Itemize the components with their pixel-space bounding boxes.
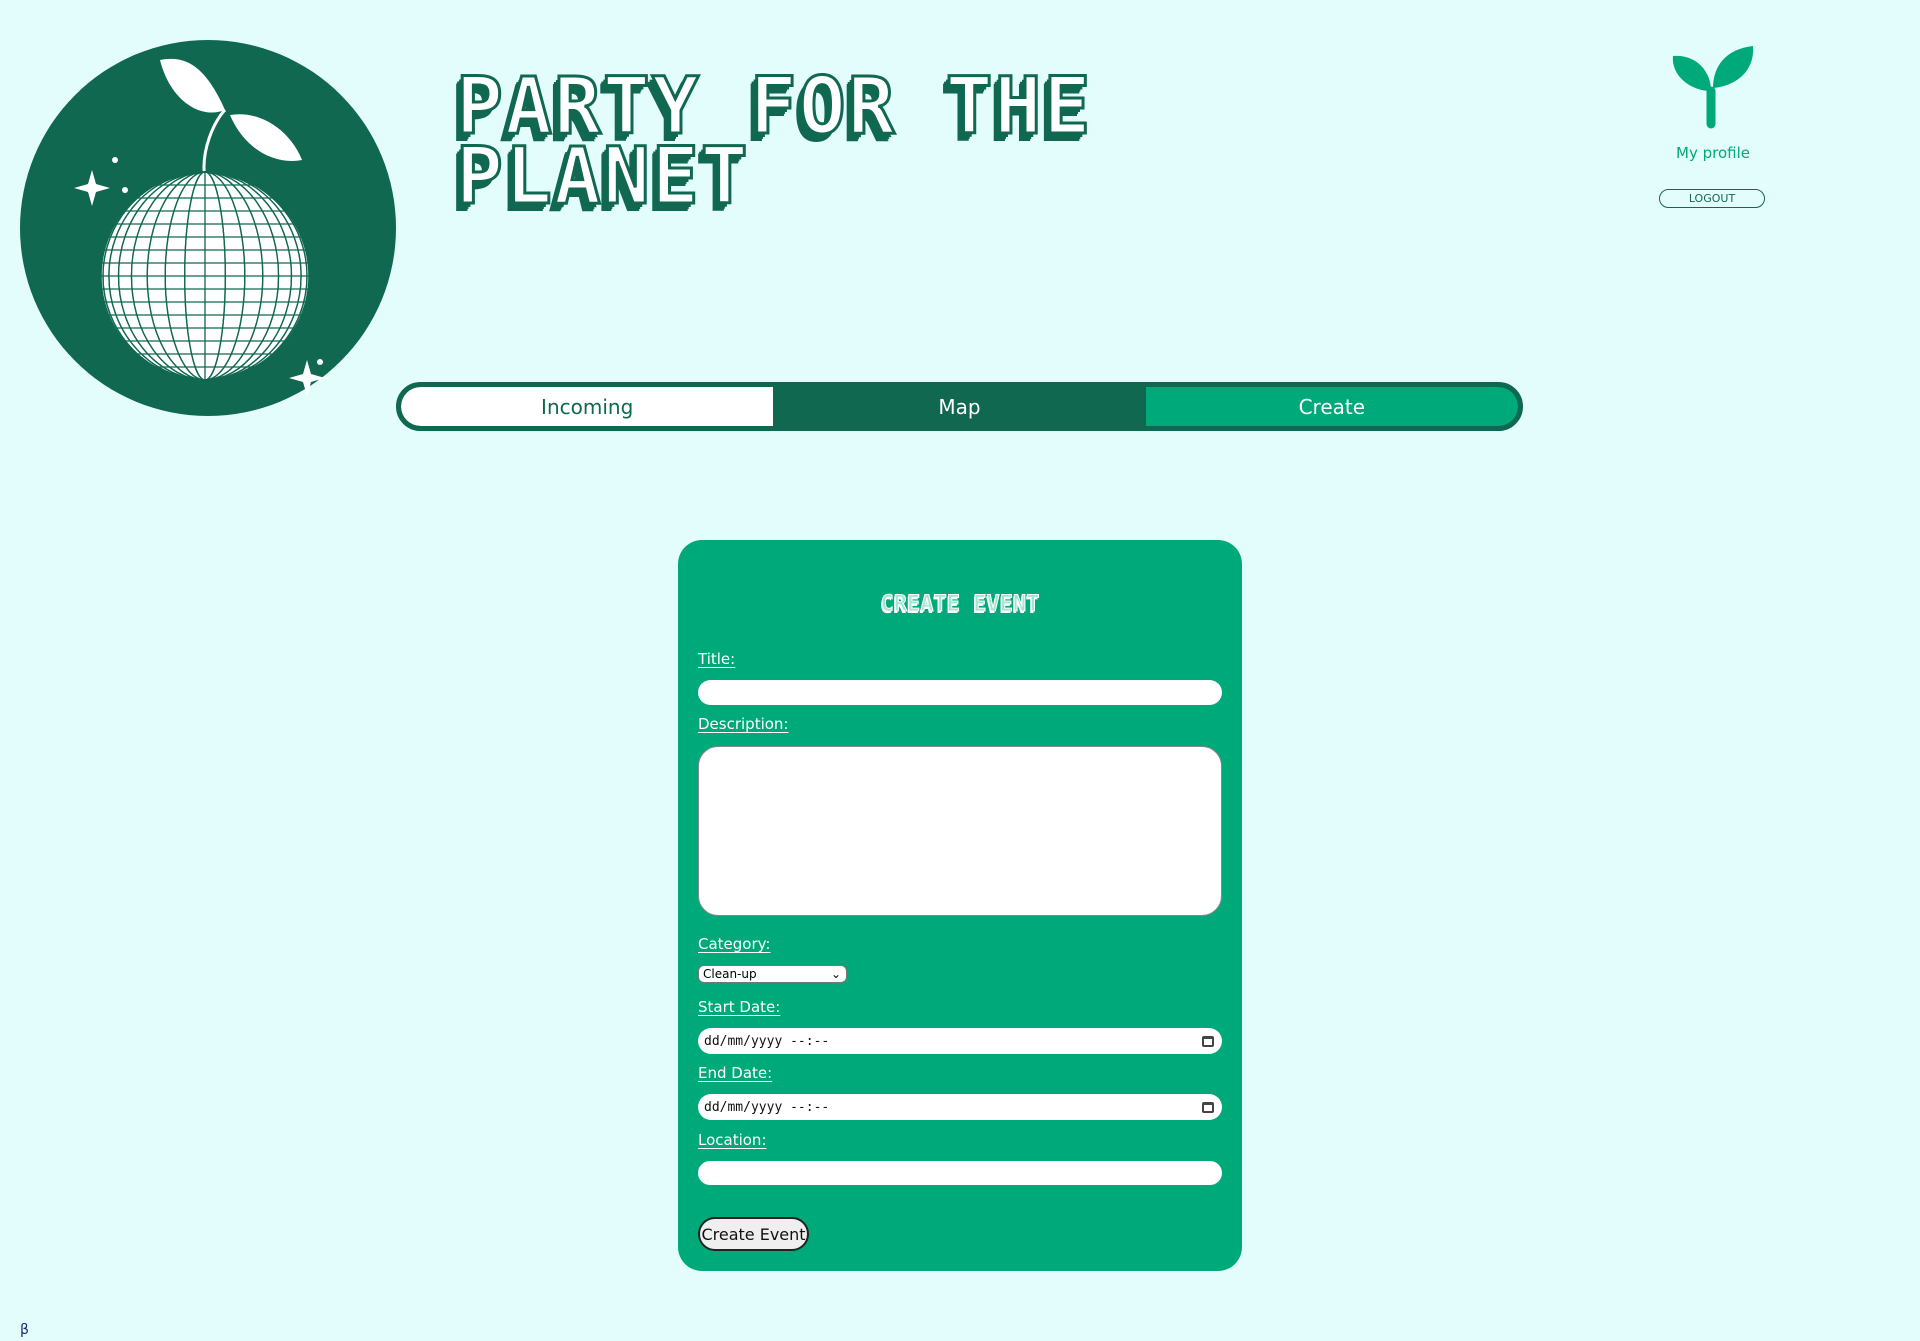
my-profile-label: My profile: [1676, 144, 1750, 162]
beta-symbol: β: [20, 1322, 29, 1338]
create-event-form: CREATE EVENT Title: Description: Categor…: [678, 540, 1242, 1271]
sprout-icon: [1672, 46, 1754, 129]
tab-incoming[interactable]: Incoming: [401, 387, 774, 426]
logout-button[interactable]: LOGOUT: [1659, 189, 1765, 208]
end-date-placeholder: dd/mm/yyyy --:--: [704, 1099, 830, 1115]
title-label: Title:: [698, 650, 736, 668]
end-date-input[interactable]: dd/mm/yyyy --:--: [698, 1094, 1222, 1120]
site-title: PARTY FOR THE PLANET: [455, 67, 1256, 222]
start-date-placeholder: dd/mm/yyyy --:--: [704, 1033, 830, 1049]
chevron-down-icon: ⌄: [830, 967, 841, 981]
description-textarea[interactable]: [698, 746, 1222, 916]
tab-create[interactable]: Create: [1145, 387, 1518, 426]
my-profile-link[interactable]: My profile: [1660, 46, 1766, 162]
tab-map[interactable]: Map: [773, 387, 1146, 426]
description-label: Description:: [698, 715, 789, 733]
calendar-icon[interactable]: [1202, 1035, 1214, 1047]
title-input[interactable]: [698, 680, 1222, 705]
form-heading: CREATE EVENT: [880, 592, 1040, 618]
calendar-icon[interactable]: [1202, 1101, 1214, 1113]
location-label: Location:: [698, 1131, 767, 1149]
end-date-label: End Date:: [698, 1064, 773, 1082]
create-event-button[interactable]: Create Event: [698, 1217, 809, 1251]
title-line-2: PLANET: [455, 132, 750, 222]
disco-planet-logo[interactable]: [20, 40, 396, 416]
main-nav: Incoming Map Create: [396, 382, 1523, 431]
start-date-label: Start Date:: [698, 998, 781, 1016]
category-label: Category:: [698, 935, 771, 953]
category-select[interactable]: Clean-up ⌄: [698, 965, 847, 983]
start-date-input[interactable]: dd/mm/yyyy --:--: [698, 1028, 1222, 1054]
location-input[interactable]: [698, 1161, 1222, 1185]
category-selected: Clean-up: [703, 967, 757, 981]
